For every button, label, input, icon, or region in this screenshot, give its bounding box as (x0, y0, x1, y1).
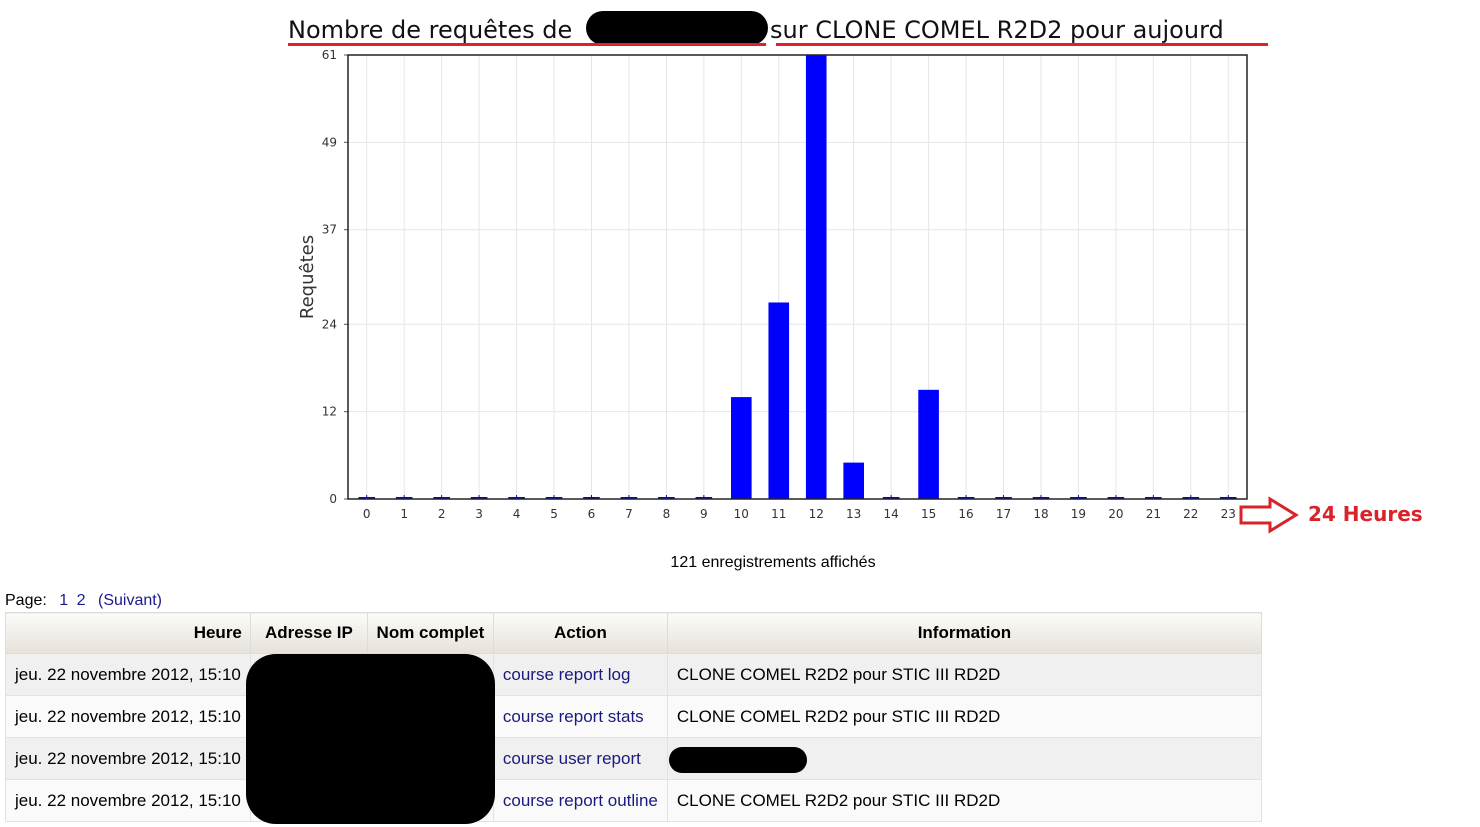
x-tick-label: 19 (1071, 507, 1086, 521)
cell-info: CLONE COMEL R2D2 pour STIC III RD2D (666, 653, 1263, 696)
x-tick-label: 13 (846, 507, 861, 521)
x-tick-label: 11 (771, 507, 786, 521)
table-row: jeu. 22 novembre 2012, 15:10 course repo… (5, 695, 1263, 738)
page-link-1[interactable]: 1 (59, 592, 68, 609)
cell-heure: jeu. 22 novembre 2012, 15:10 (5, 695, 251, 738)
y-tick-label: 49 (322, 135, 337, 149)
table-row: jeu. 22 novembre 2012, 15:10 course repo… (5, 779, 1263, 822)
y-tick-label: 37 (322, 223, 337, 237)
cell-heure: jeu. 22 novembre 2012, 15:10 (5, 653, 251, 696)
annotation-arrow-icon (1239, 496, 1299, 534)
x-tick-label: 8 (663, 507, 671, 521)
bar-10 (731, 397, 752, 499)
y-tick-label: 0 (329, 492, 337, 506)
y-axis-label: Requêtes (297, 235, 318, 319)
pager-label: Page: (5, 592, 47, 609)
x-tick-label: 20 (1108, 507, 1123, 521)
redaction-info (669, 747, 807, 773)
cell-action-link[interactable]: course report outline (492, 779, 668, 822)
cell-action-link[interactable]: course report stats (492, 695, 668, 738)
log-table: Heure Adresse IP Nom complet Action Info… (5, 612, 1263, 822)
bar-chart: 0 1 2 3 4 5 6 7 8 9 10 11 12 13 14 15 16 17 18 19 20 21 22 2301… (297, 48, 1248, 521)
x-tick-label: 17 (996, 507, 1011, 521)
y-tick-label: 61 (322, 48, 337, 62)
header-action[interactable]: Action (492, 612, 668, 654)
records-count: 121 enregistrements affichés (670, 554, 876, 571)
x-tick-label: 16 (958, 507, 973, 521)
x-tick-label: 0 (363, 507, 371, 521)
plot-area (348, 55, 1247, 499)
table-header-row: Heure Adresse IP Nom complet Action Info… (5, 612, 1263, 654)
x-tick-label: 14 (884, 507, 899, 521)
header-nom-complet[interactable]: Nom complet (366, 612, 494, 654)
bar-12 (805, 55, 827, 499)
y-tick-label: 12 (322, 405, 337, 419)
x-tick-label: 2 (438, 507, 446, 521)
annotation-label: 24 Heures (1308, 502, 1423, 526)
x-tick-label: 7 (625, 507, 633, 521)
header-heure[interactable]: Heure (5, 612, 251, 654)
cell-heure: jeu. 22 novembre 2012, 15:10 (5, 779, 251, 822)
x-tick-label: 4 (513, 507, 521, 521)
cell-info: CLONE COMEL R2D2 pour STIC III RD2D (666, 695, 1263, 738)
x-tick-label: 6 (588, 507, 596, 521)
table-row: jeu. 22 novembre 2012, 15:10 course repo… (5, 653, 1263, 696)
cell-action-link[interactable]: course user report (492, 737, 668, 780)
cell-info: CLONE COMEL R2D2 pour STIC III RD2D (666, 779, 1263, 822)
x-tick-label: 21 (1146, 507, 1161, 521)
x-tick-label: 12 (809, 507, 824, 521)
redaction-ip-names (246, 654, 495, 824)
cell-action-link[interactable]: course report log (492, 653, 668, 696)
pagination: Page: 1 2 (Suivant) (5, 592, 162, 610)
x-tick-label: 23 (1221, 507, 1236, 521)
bar-15 (918, 389, 939, 499)
x-tick-label: 3 (475, 507, 483, 521)
bar-11 (768, 302, 790, 499)
x-tick-label: 5 (550, 507, 558, 521)
header-information[interactable]: Information (666, 612, 1263, 654)
x-tick-label: 22 (1183, 507, 1198, 521)
x-tick-label: 1 (400, 507, 408, 521)
x-tick-label: 15 (921, 507, 936, 521)
next-page-link[interactable]: (Suivant) (98, 592, 162, 609)
x-tick-label: 9 (700, 507, 708, 521)
x-tick-label: 18 (1033, 507, 1048, 521)
cell-heure: jeu. 22 novembre 2012, 15:10 (5, 737, 251, 780)
table-row: jeu. 22 novembre 2012, 15:10 course user… (5, 737, 1263, 780)
x-tick-label: 10 (734, 507, 749, 521)
y-tick-label: 24 (322, 317, 337, 331)
bar-13 (843, 462, 864, 499)
header-adresse-ip[interactable]: Adresse IP (249, 612, 368, 654)
page-link-2[interactable]: 2 (77, 592, 86, 609)
